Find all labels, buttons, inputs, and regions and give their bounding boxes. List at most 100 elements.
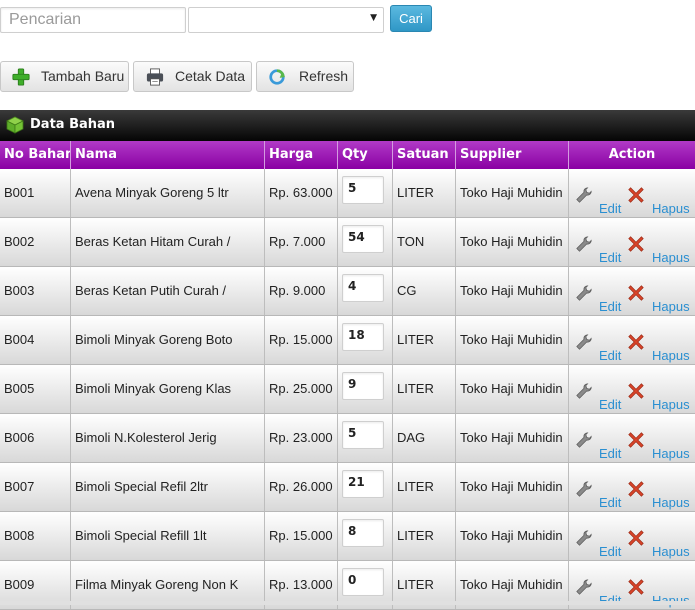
delete-link[interactable]: Hapus <box>652 528 690 560</box>
delete-icon[interactable] <box>627 382 645 400</box>
search-input[interactable] <box>0 7 186 33</box>
cell-supplier: Toko Haji Muhidin <box>456 316 569 364</box>
qty-input[interactable]: 9 <box>342 372 384 400</box>
category-select[interactable]: ▼ <box>188 7 384 33</box>
edit-link[interactable]: Edit <box>599 185 621 217</box>
wrench-icon[interactable] <box>575 480 593 498</box>
qty-input[interactable]: 54 <box>342 225 384 253</box>
cell-satuan: LITER <box>393 463 456 511</box>
qty-input[interactable]: 18 <box>342 323 384 351</box>
cell-action: Edit Hapus <box>569 414 695 462</box>
cell-qty: 9 <box>338 365 393 413</box>
qty-input[interactable]: 5 <box>342 421 384 449</box>
cell-no: B002 <box>0 218 71 266</box>
wrench-icon[interactable] <box>575 333 593 351</box>
cell-supplier: Toko Haji Muhidin <box>456 365 569 413</box>
wrench-icon[interactable] <box>575 235 593 253</box>
col-header-qty[interactable]: Qty <box>338 141 393 169</box>
cell-action: Edit Hapus <box>569 512 695 560</box>
wrench-icon[interactable] <box>575 186 593 204</box>
cell-satuan: LITER <box>393 316 456 364</box>
edit-link[interactable]: Edit <box>599 283 621 315</box>
cell-satuan: TON <box>393 218 456 266</box>
wrench-icon[interactable] <box>575 284 593 302</box>
cell-qty: 5 <box>338 169 393 217</box>
cell-satuan: DAG <box>393 414 456 462</box>
col-header-action: Action <box>608 147 656 162</box>
qty-input[interactable]: 4 <box>342 274 384 302</box>
cell-satuan: LITER <box>393 169 456 217</box>
delete-link[interactable]: Hapus <box>652 479 690 511</box>
refresh-button[interactable]: Refresh <box>256 61 354 92</box>
delete-icon[interactable] <box>627 480 645 498</box>
delete-link[interactable]: Hapus <box>652 234 690 266</box>
cell-supplier: Toko Haji Muhidin <box>456 218 569 266</box>
box-icon <box>6 116 24 134</box>
cell-harga: Rp. 15.000 <box>265 512 338 560</box>
edit-link[interactable]: Edit <box>599 234 621 266</box>
cell-action: Edit Hapus <box>569 463 695 511</box>
cell-no: B004 <box>0 316 71 364</box>
cell-harga: Rp. 7.000 <box>265 218 338 266</box>
search-button[interactable]: Cari <box>390 5 432 32</box>
delete-link[interactable]: Hapus <box>652 332 690 364</box>
panel-header: Data Bahan <box>0 110 695 141</box>
delete-icon[interactable] <box>627 333 645 351</box>
edit-link[interactable]: Edit <box>599 381 621 413</box>
table-row: B003 Beras Ketan Putih Curah / Rp. 9.000… <box>0 267 695 316</box>
table-header: No Bahan Nama Harga Qty Satuan Supplier … <box>0 141 695 169</box>
refresh-icon <box>269 69 286 85</box>
cell-supplier: Toko Haji Muhidin <box>456 414 569 462</box>
table-row: B006 Bimoli N.Kolesterol Jerig Rp. 23.00… <box>0 414 695 463</box>
cell-harga: Rp. 23.000 <box>265 414 338 462</box>
delete-icon[interactable] <box>627 578 645 596</box>
col-header-harga[interactable]: Harga <box>265 141 338 169</box>
qty-input[interactable]: 0 <box>342 568 384 596</box>
wrench-icon[interactable] <box>575 529 593 547</box>
print-button[interactable]: Cetak Data <box>133 61 252 92</box>
delete-link[interactable]: Hapus <box>652 185 690 217</box>
wrench-icon[interactable] <box>575 431 593 449</box>
cell-supplier: Toko Haji Muhidin <box>456 267 569 315</box>
cell-supplier: Toko Haji Muhidin <box>456 169 569 217</box>
cell-harga: Rp. 25.000 <box>265 365 338 413</box>
delete-icon[interactable] <box>627 284 645 302</box>
cell-nama: Avena Minyak Goreng 5 ltr <box>71 169 265 217</box>
edit-link[interactable]: Edit <box>599 528 621 560</box>
horizontal-scrollbar[interactable] <box>0 601 695 605</box>
cell-qty: 4 <box>338 267 393 315</box>
cell-satuan: LITER <box>393 365 456 413</box>
col-header-no[interactable]: No Bahan <box>0 141 71 169</box>
wrench-icon[interactable] <box>575 578 593 596</box>
wrench-icon[interactable] <box>575 382 593 400</box>
edit-link[interactable]: Edit <box>599 479 621 511</box>
delete-icon[interactable] <box>627 431 645 449</box>
cell-qty: 54 <box>338 218 393 266</box>
cell-qty: 21 <box>338 463 393 511</box>
edit-link[interactable]: Edit <box>599 332 621 364</box>
cell-harga: Rp. 9.000 <box>265 267 338 315</box>
delete-icon[interactable] <box>627 529 645 547</box>
delete-link[interactable]: Hapus <box>652 283 690 315</box>
qty-input[interactable]: 21 <box>342 470 384 498</box>
cell-nama: Bimoli Minyak Goreng Boto <box>71 316 265 364</box>
panel-title: Data Bahan <box>30 117 116 132</box>
qty-input[interactable]: 8 <box>342 519 384 547</box>
delete-link[interactable]: Hapus <box>652 381 690 413</box>
cell-action: Edit Hapus <box>569 365 695 413</box>
delete-icon[interactable] <box>627 186 645 204</box>
delete-link[interactable]: Hapus <box>652 430 690 462</box>
cell-no: B003 <box>0 267 71 315</box>
print-label: Cetak Data <box>175 68 246 84</box>
qty-input[interactable]: 5 <box>342 176 384 204</box>
col-header-satuan[interactable]: Satuan <box>393 141 456 169</box>
add-new-button[interactable]: Tambah Baru <box>0 61 129 92</box>
col-header-supplier[interactable]: Supplier <box>456 141 569 169</box>
plus-icon <box>12 68 30 86</box>
cell-no: B005 <box>0 365 71 413</box>
table-row: B004 Bimoli Minyak Goreng Boto Rp. 15.00… <box>0 316 695 365</box>
cell-no: B008 <box>0 512 71 560</box>
delete-icon[interactable] <box>627 235 645 253</box>
col-header-nama[interactable]: Nama <box>71 141 265 169</box>
edit-link[interactable]: Edit <box>599 430 621 462</box>
